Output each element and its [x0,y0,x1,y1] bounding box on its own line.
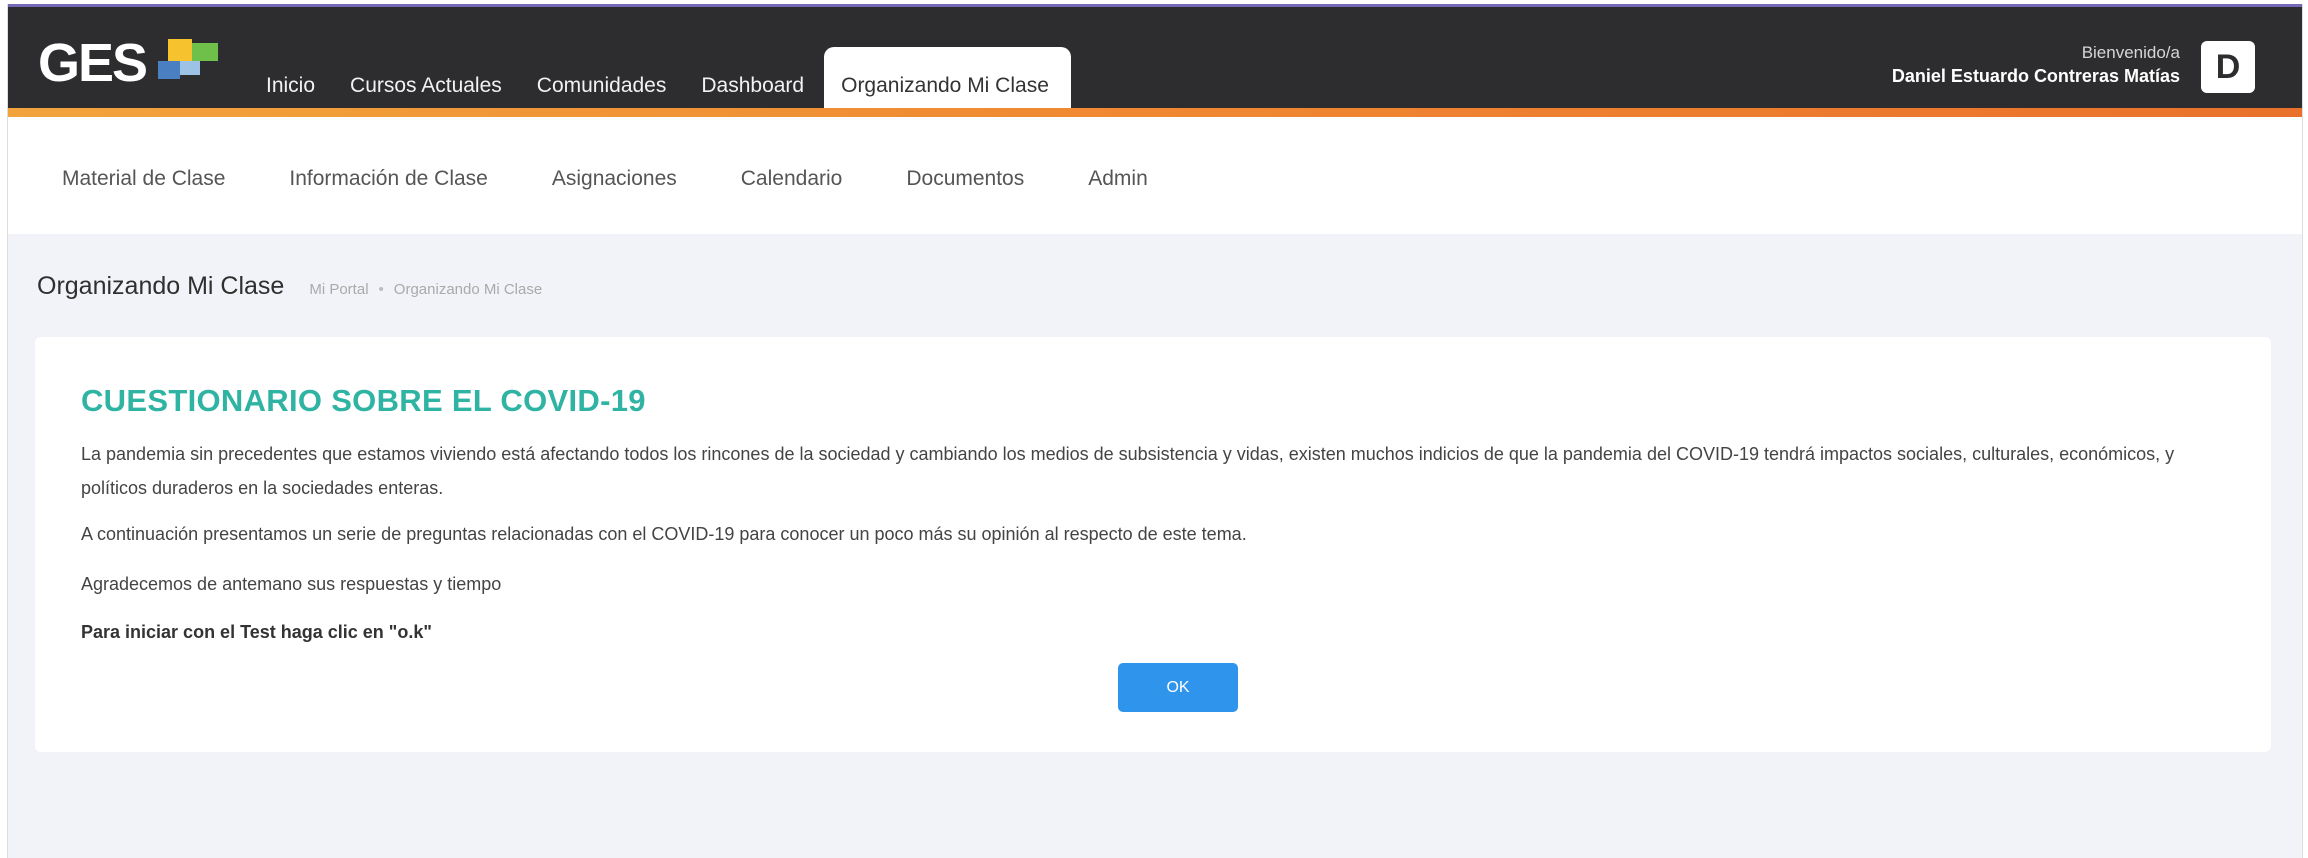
subnav-documentos[interactable]: Documentos [906,167,1024,191]
intro-paragraph: La pandemia sin precedentes que estamos … [81,444,2175,498]
sub-nav: Material de Clase Información de Clase A… [8,117,2302,234]
subnav-asignaciones[interactable]: Asignaciones [552,167,677,191]
breadcrumb-current: Organizando Mi Clase [393,281,543,298]
page-header: Organizando Mi Clase Mi Portal • Organiz… [37,272,542,301]
header-orange-stripe [8,108,2302,117]
nav-comunidades[interactable]: Comunidades [537,47,667,98]
logo-blocks-icon [158,39,220,83]
user-avatar[interactable]: D [2201,41,2255,93]
breadcrumb-separator: • [378,281,384,298]
thanks-paragraph: Agradecemos de antemano sus respuestas y… [81,574,502,594]
user-name[interactable]: Daniel Estuardo Contreras Matías [1892,66,2180,87]
breadcrumb-mi-portal[interactable]: Mi Portal [309,281,368,298]
questionnaire-title: CUESTIONARIO SOBRE EL COVID-19 [81,383,646,418]
start-instruction: Para iniciar con el Test haga clic en "o… [81,622,432,642]
page-title: Organizando Mi Clase [37,272,285,300]
subnav-informacion-de-clase[interactable]: Información de Clase [289,167,487,191]
ok-button[interactable]: OK [1118,663,1238,712]
nav-dashboard[interactable]: Dashboard [701,47,804,98]
top-header: GES Inicio Cursos Actuales Comunidades D… [8,7,2302,124]
nav-cursos-actuales[interactable]: Cursos Actuales [350,47,502,98]
subnav-calendario[interactable]: Calendario [741,167,843,191]
nav-inicio[interactable]: Inicio [266,47,315,98]
questionnaire-card: CUESTIONARIO SOBRE EL COVID-19 La pandem… [35,337,2271,752]
app-frame: GES Inicio Cursos Actuales Comunidades D… [7,4,2303,858]
subnav-admin[interactable]: Admin [1088,167,1148,191]
welcome-label: Bienvenido/a [2081,43,2180,62]
user-welcome: Bienvenido/a Daniel Estuardo Contreras M… [1892,43,2180,87]
description-paragraph: A continuación presentamos un serie de p… [81,524,1247,544]
logo-text: GES [38,33,148,93]
main-nav: Inicio Cursos Actuales Comunidades Dashb… [266,47,1071,124]
subnav-material-de-clase[interactable]: Material de Clase [62,167,225,191]
